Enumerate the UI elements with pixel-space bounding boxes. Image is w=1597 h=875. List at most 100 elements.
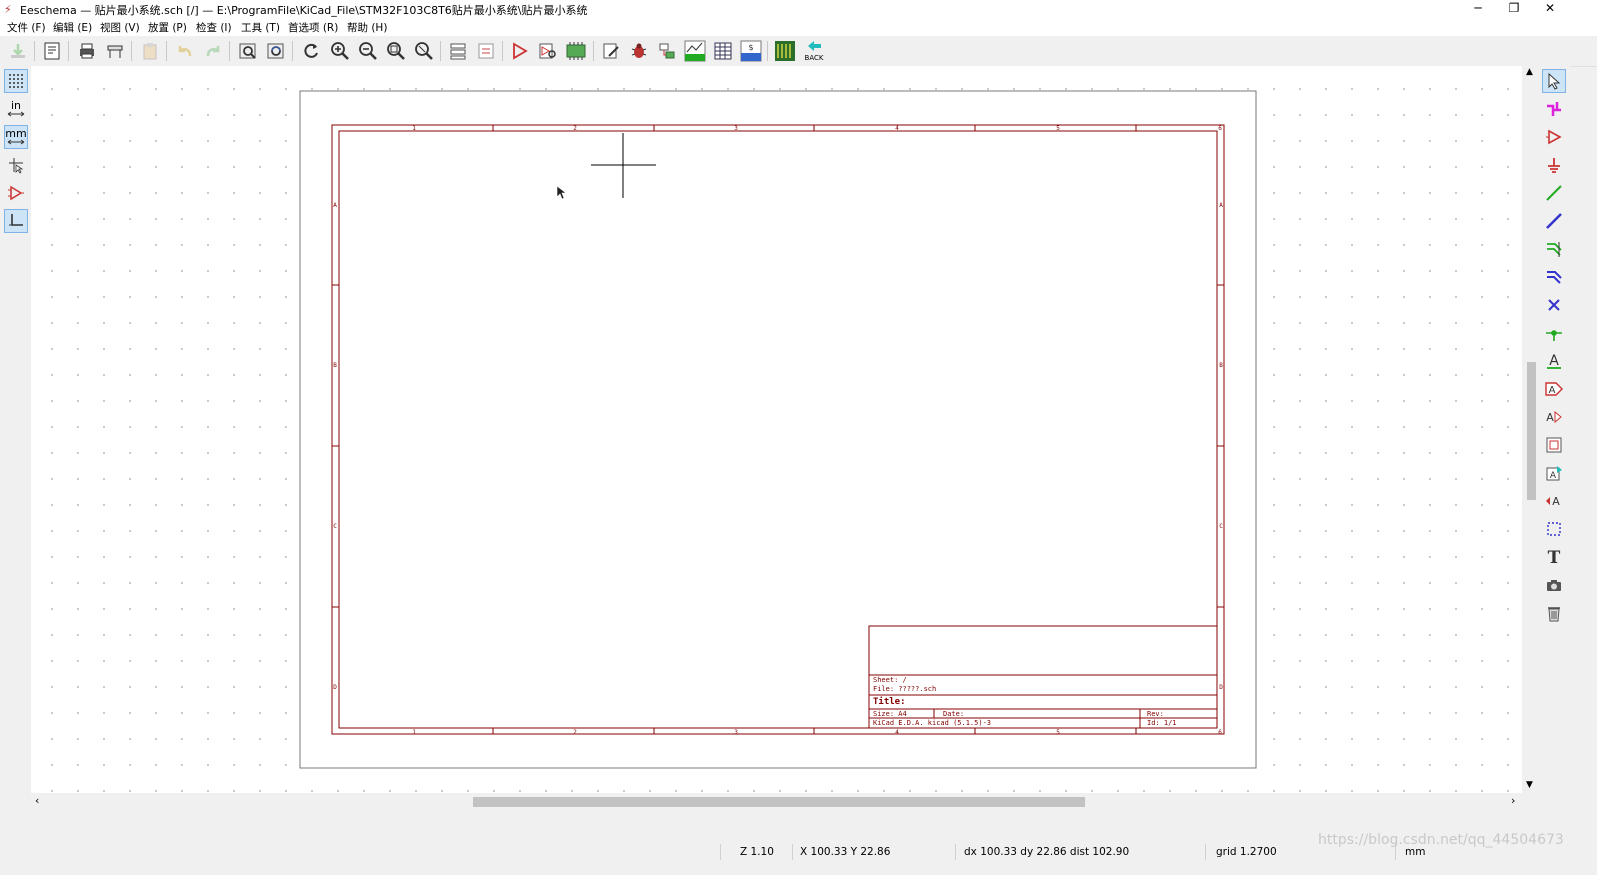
row-label-left-d: D: [333, 684, 337, 691]
add-symbol-icon[interactable]: [1542, 125, 1566, 149]
refresh-icon[interactable]: [300, 40, 322, 62]
find-replace-icon[interactable]: [265, 40, 287, 62]
leave-sheet-icon[interactable]: [475, 40, 497, 62]
row-label-right-b: B: [1219, 362, 1223, 369]
import-sheet-pin-icon[interactable]: A: [1542, 461, 1566, 485]
print-icon[interactable]: [76, 40, 98, 62]
menu-view[interactable]: 视图 (V): [100, 20, 140, 35]
add-bus-icon[interactable]: [1542, 209, 1566, 233]
redo-icon[interactable]: [202, 40, 224, 62]
wire-to-bus-entry-icon[interactable]: [1542, 237, 1566, 261]
scroll-up-icon[interactable]: ▲: [1526, 67, 1533, 77]
add-sheet-pin-icon[interactable]: A: [1542, 489, 1566, 513]
menu-edit[interactable]: 编辑 (E): [53, 20, 92, 35]
schematic-canvas[interactable]: 1 2 3 4 5 6 1 2 3 4 5 6 A B C D A B C D …: [31, 66, 1522, 793]
row-label-right-d: D: [1219, 684, 1223, 691]
close-button[interactable]: ✕: [1532, 0, 1568, 18]
no-connect-icon[interactable]: [1542, 293, 1566, 317]
add-image-icon[interactable]: [1542, 573, 1566, 597]
menu-file[interactable]: 文件 (F): [7, 20, 46, 35]
hidden-pins-icon[interactable]: [4, 181, 28, 205]
eeschema-app-icon: ⚡: [4, 3, 12, 16]
scroll-left-icon[interactable]: ‹: [35, 794, 39, 807]
bom-icon[interactable]: $: [740, 40, 762, 62]
menu-preferences[interactable]: 首选项 (R): [288, 20, 338, 35]
svg-text:A: A: [1549, 353, 1559, 369]
row-label-left-c: C: [333, 523, 337, 530]
select-arrow-icon[interactable]: [1542, 69, 1566, 93]
add-text-icon[interactable]: T: [1542, 545, 1566, 569]
plot-icon[interactable]: [104, 40, 126, 62]
save-icon[interactable]: [7, 40, 29, 62]
pcbnew-icon[interactable]: [774, 40, 796, 62]
minimize-button[interactable]: ─: [1460, 0, 1496, 18]
add-junction-icon[interactable]: [1542, 321, 1566, 345]
right-toolbar: A A A A A T: [1540, 66, 1570, 806]
mm-units-button[interactable]: mm: [4, 125, 28, 149]
back-label: BACK: [805, 54, 824, 62]
horizontal-scroll-thumb[interactable]: [473, 797, 1085, 807]
netlist-icon[interactable]: [684, 40, 706, 62]
library-browser-icon[interactable]: [537, 40, 559, 62]
title-block-id: Id: 1/1: [1147, 719, 1177, 727]
find-icon[interactable]: [237, 40, 259, 62]
svg-text:A: A: [1546, 411, 1554, 424]
orthogonal-wire-icon[interactable]: [4, 209, 28, 233]
left-toolbar: in mm: [0, 66, 31, 806]
vertical-scrollbar[interactable]: ▲ ▼: [1522, 66, 1540, 793]
inch-label: in: [10, 99, 22, 112]
menu-help[interactable]: 帮助 (H): [347, 20, 387, 35]
add-global-label-icon[interactable]: A: [1542, 377, 1566, 401]
add-hier-label-icon[interactable]: A: [1542, 405, 1566, 429]
window-title: Eeschema — 贴片最小系统.sch [/] — E:\ProgramFi…: [20, 4, 588, 17]
bus-to-bus-entry-icon[interactable]: [1542, 265, 1566, 289]
title-block-title: Title:: [873, 696, 906, 707]
delete-trash-icon[interactable]: [1542, 601, 1566, 625]
inch-units-button[interactable]: in: [4, 97, 28, 121]
horizontal-scrollbar[interactable]: ‹ ›: [31, 793, 1522, 810]
paste-icon[interactable]: [139, 40, 161, 62]
add-power-icon[interactable]: [1542, 153, 1566, 177]
bom-table-icon[interactable]: [712, 40, 734, 62]
add-graphic-lines-icon[interactable]: [1542, 517, 1566, 541]
scroll-right-icon[interactable]: ›: [1511, 794, 1515, 807]
col-label-bottom-4: 4: [895, 729, 899, 736]
undo-icon[interactable]: [174, 40, 196, 62]
row-label-left-a: A: [333, 202, 337, 209]
page-settings-icon[interactable]: [41, 40, 63, 62]
assign-footprints-icon[interactable]: [656, 40, 678, 62]
col-label-bottom-6: 6: [1218, 729, 1222, 736]
mm-label: mm: [5, 127, 27, 140]
col-label-top-3: 3: [734, 125, 738, 132]
erc-bug-icon[interactable]: [628, 40, 650, 62]
menu-tools[interactable]: 工具 (T): [241, 20, 280, 35]
vertical-scroll-thumb[interactable]: [1527, 362, 1536, 500]
scroll-down-icon[interactable]: ▼: [1526, 780, 1533, 790]
zoom-fit-icon[interactable]: [385, 40, 407, 62]
hierarchy-navigator-icon[interactable]: [447, 40, 469, 62]
zoom-selection-icon[interactable]: [413, 40, 435, 62]
zoom-out-icon[interactable]: [357, 40, 379, 62]
col-label-bottom-3: 3: [734, 729, 738, 736]
title-block-sheet: Sheet: /: [873, 676, 907, 684]
symbol-editor-icon[interactable]: [509, 40, 531, 62]
menu-place[interactable]: 放置 (P): [148, 20, 187, 35]
add-wire-icon[interactable]: [1542, 181, 1566, 205]
row-label-left-b: B: [333, 362, 337, 369]
back-annotate-icon[interactable]: BACK: [802, 40, 826, 62]
highlight-net-icon[interactable]: [1542, 97, 1566, 121]
svg-text:$: $: [748, 43, 753, 52]
menu-inspect[interactable]: 检查 (I): [196, 20, 232, 35]
annotate-icon[interactable]: [565, 40, 587, 62]
add-hier-sheet-icon[interactable]: [1542, 433, 1566, 457]
grid-toggle-icon[interactable]: [4, 69, 28, 93]
restore-button[interactable]: ❐: [1496, 0, 1532, 18]
title-block-file: File: ?????.sch: [873, 685, 936, 693]
col-label-top-6: 6: [1218, 125, 1222, 132]
cursor-shape-icon[interactable]: [4, 153, 28, 177]
add-net-label-icon[interactable]: A: [1542, 349, 1566, 373]
zoom-in-icon[interactable]: [329, 40, 351, 62]
col-label-top-5: 5: [1056, 125, 1060, 132]
symbol-fields-editor-icon[interactable]: [600, 40, 622, 62]
title-block-date: Date:: [943, 710, 964, 718]
